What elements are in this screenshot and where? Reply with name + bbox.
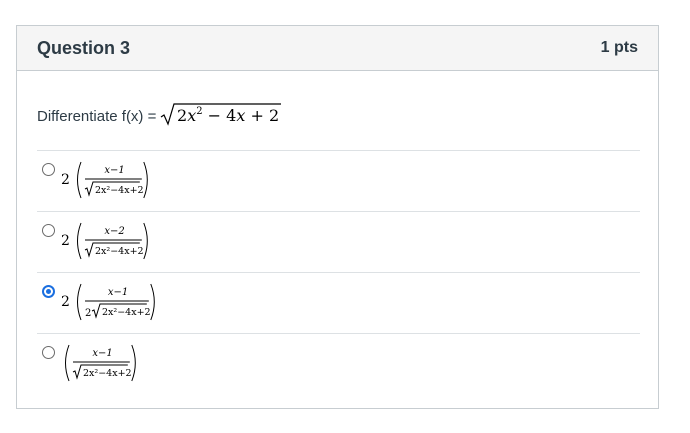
answer-numerator: x−1 (104, 165, 124, 176)
svg-text:2x2 − 4x + 2: 2x2 − 4x + 2 (177, 106, 279, 125)
answer-math-svg: 2 2 2x²−4x+2 x−1 (61, 283, 155, 321)
question-header: Question 3 1 pts (17, 26, 658, 71)
answer-coefficient: 2 (61, 294, 70, 310)
right-paren (150, 283, 155, 321)
answer-option[interactable]: 2 2 2x²−4x+2 x−1 (37, 272, 640, 333)
answer-math-svg: 2 2x²−4x+2 x−2 (61, 222, 148, 260)
answer-coefficient: 2 (61, 172, 70, 188)
sqrt-expression-svg: 2x2 − 4x + 2 (161, 103, 282, 126)
answer-coefficient: 2 (61, 233, 70, 249)
question-points: 1 pts (600, 39, 638, 56)
answer-radio[interactable] (42, 224, 55, 237)
answer-option[interactable]: 2 2x²−4x+2 x−2 (37, 211, 640, 272)
denominator-radicand: 2x²−4x+2 (95, 185, 144, 196)
answer-expression: 2x²−4x+2 x−1 (61, 338, 201, 393)
answer-numerator: x−1 (92, 348, 112, 359)
answer-math-svg: 2 2x²−4x+2 x−1 (61, 161, 148, 199)
left-paren (77, 283, 82, 321)
question-prompt: Differentiate f(x) = 2x2 − 4x + 2 (37, 100, 282, 133)
right-paren (143, 161, 148, 199)
answer-list: 2 2x²−4x+2 x−1 2 2x²−4x+2 x−2 2 2 2x²−4x+2 x−1 2x²… (37, 150, 640, 394)
answer-expression: 2 2x²−4x+2 x−2 (61, 216, 201, 271)
answer-math-svg: 2x²−4x+2 x−1 (65, 344, 136, 382)
denominator-radicand: 2x²−4x+2 (95, 246, 144, 257)
answer-radio[interactable] (42, 346, 55, 359)
left-paren (77, 161, 82, 199)
denominator-radicand: 2x²−4x+2 (83, 368, 132, 379)
answer-expression: 2 2 2x²−4x+2 x−1 (61, 277, 201, 332)
right-paren (131, 344, 136, 382)
answer-option[interactable]: 2x²−4x+2 x−1 (37, 333, 640, 394)
answer-radio[interactable] (42, 285, 55, 298)
left-paren (65, 344, 70, 382)
denominator-coefficient: 2 (85, 308, 91, 319)
answer-expression: 2 2x²−4x+2 x−1 (61, 155, 201, 210)
right-paren (143, 222, 148, 260)
answer-numerator: x−1 (108, 287, 128, 298)
answer-radio[interactable] (42, 163, 55, 176)
prompt-label: Differentiate f(x) = (37, 108, 157, 125)
question-card: Question 3 1 pts Differentiate f(x) = 2x… (16, 25, 659, 409)
answer-option[interactable]: 2 2x²−4x+2 x−1 (37, 150, 640, 211)
answer-numerator: x−2 (104, 226, 124, 237)
denominator-radicand: 2x²−4x+2 (102, 307, 151, 318)
question-title: Question 3 (37, 37, 131, 58)
left-paren (77, 222, 82, 260)
prompt-expression: 2x2 − 4x + 2 (160, 100, 282, 133)
